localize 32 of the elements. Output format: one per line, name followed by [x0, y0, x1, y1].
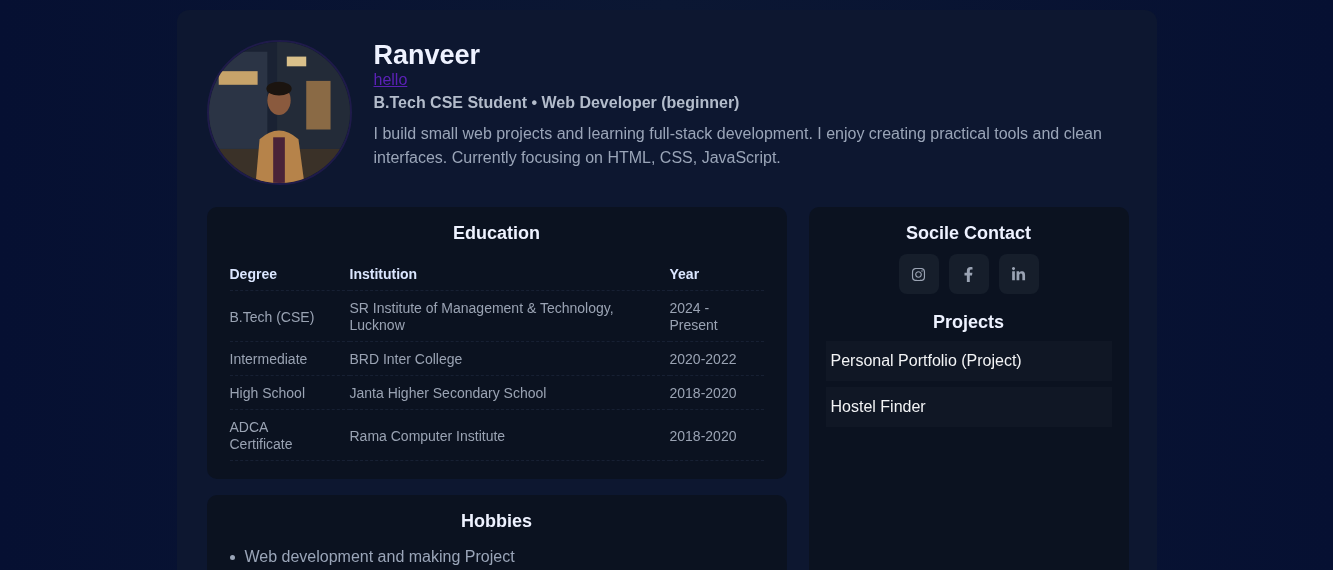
social-button[interactable]: [948, 254, 989, 294]
table-cell: B.Tech (CSE): [229, 290, 350, 342]
table-cell: Intermediate: [229, 341, 350, 376]
table-cell: High School: [229, 375, 350, 410]
profile-bio: I build small web projects and learning full-stack development. I enjoy creating practical tools and clean interfaces. Currently focusing on HTML, CSS, JavaScript.: [373, 124, 1103, 168]
column-header: Degree: [229, 260, 350, 291]
linkedin-icon: [1011, 266, 1026, 282]
social-button[interactable]: [898, 254, 939, 294]
profile-headline: B.Tech CSE Student • Web Developer (beginner): [373, 94, 741, 112]
section-title: Socile Contact: [905, 223, 1032, 244]
table-cell: 2024 - Present: [669, 290, 764, 342]
project-item[interactable]: Hostel Finder: [825, 387, 1112, 427]
table-cell: 2018-2020: [669, 375, 764, 410]
facebook-icon: [961, 266, 976, 282]
table-cell: 2018-2020: [669, 409, 764, 461]
project-item[interactable]: Personal Portfolio (Project): [825, 341, 1112, 381]
table-cell: 2020-2022: [669, 341, 764, 376]
section-title: Hobbies: [460, 511, 533, 532]
column-header: Institution: [349, 260, 670, 291]
profile-name: Ranveer: [373, 40, 482, 70]
table-cell: Janta Higher Secondary School: [349, 375, 670, 410]
table-cell: BRD Inter College: [349, 341, 670, 376]
table-cell: Rama Computer Institute: [349, 409, 670, 461]
table-cell: ADCA Certificate: [229, 409, 350, 461]
instagram-icon: [911, 266, 926, 282]
hobby-item: Web development and making Project: [244, 548, 515, 566]
section-title: Projects: [931, 312, 1005, 333]
column-header: Year: [669, 260, 764, 291]
social-button[interactable]: [998, 254, 1039, 294]
section-title: Education: [452, 223, 541, 244]
bullet-icon: [229, 554, 235, 560]
table-cell: SR Institute of Management & Technology, Lucknow: [349, 290, 670, 342]
